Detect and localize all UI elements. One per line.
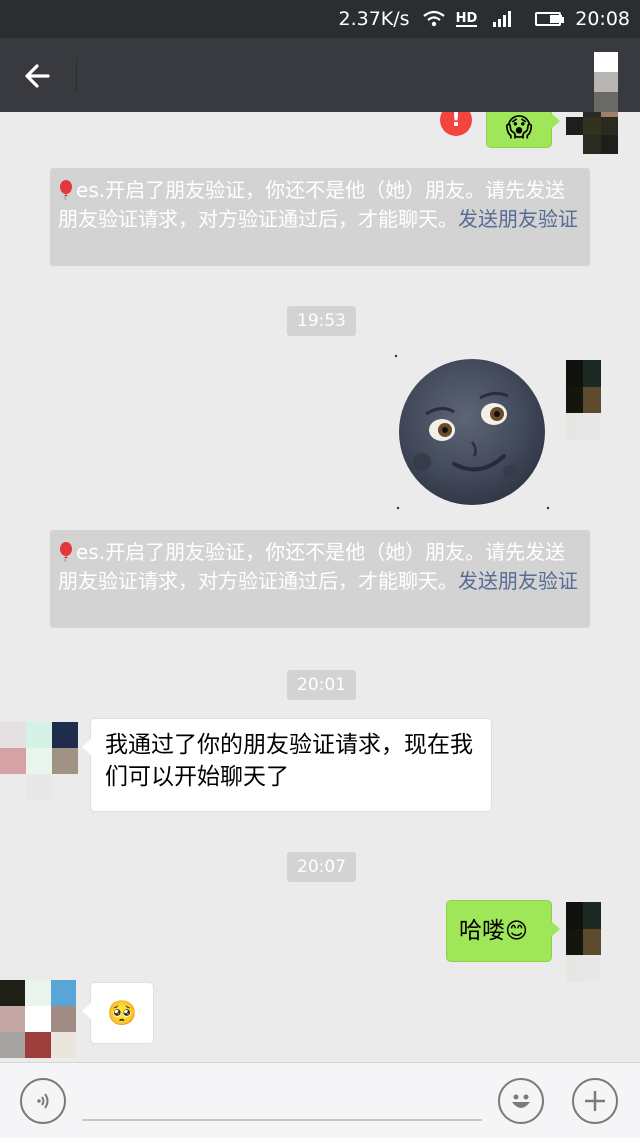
timestamp: 19:53	[287, 306, 356, 336]
clock: 20:08	[575, 8, 630, 30]
send-failed-icon[interactable]: !	[440, 112, 472, 136]
signal-icon	[481, 11, 512, 27]
smile-emoji: 😊	[505, 919, 528, 944]
balloon-icon	[60, 180, 72, 200]
header-avatar[interactable]	[594, 52, 618, 112]
more-button[interactable]	[572, 1078, 618, 1124]
back-button[interactable]	[18, 56, 58, 96]
my-avatar[interactable]	[566, 112, 618, 154]
outgoing-emoji-bubble[interactable]: 😱	[486, 112, 560, 148]
outgoing-message-text: 哈喽	[459, 918, 505, 944]
system-message: es.开启了朋友验证，你还不是他（她）朋友。请先发送朋友验证请求，对方验证通过后…	[50, 168, 590, 266]
smiley-icon	[512, 1094, 530, 1108]
incoming-message-text: 我通过了你的朋友验证请求，现在我们可以开始聊天了	[105, 732, 473, 790]
outgoing-message-bubble[interactable]: 哈喽😊	[446, 900, 560, 962]
wifi-icon	[422, 10, 446, 28]
status-bar: 2.37K/s HD 20:08	[0, 0, 640, 38]
moon-sticker[interactable]	[392, 352, 552, 512]
scream-emoji: 😱	[505, 113, 533, 143]
battery-icon	[523, 12, 565, 26]
hd-icon: HD	[455, 10, 478, 27]
incoming-message-bubble[interactable]: 我通过了你的朋友验证请求，现在我们可以开始聊天了	[82, 718, 492, 812]
message-input[interactable]	[82, 1119, 482, 1121]
system-message: es.开启了朋友验证，你还不是他（她）朋友。请先发送朋友验证请求，对方验证通过后…	[50, 530, 590, 628]
chat-area[interactable]: ! 😱 es.开启了朋友验证，你还不是他（她）朋友。请先发送朋友验证请求，对方验…	[0, 112, 640, 1062]
voice-button[interactable]	[20, 1078, 66, 1124]
plus-icon	[585, 1091, 605, 1111]
timestamp: 20:01	[287, 670, 356, 700]
send-verification-link[interactable]: 发送朋友验证	[458, 207, 578, 231]
balloon-icon	[60, 542, 72, 562]
arrow-left-icon	[25, 64, 50, 88]
contact-avatar[interactable]	[0, 980, 76, 1058]
incoming-emoji-bubble[interactable]: 🥺	[82, 982, 154, 1044]
timestamp: 20:07	[287, 852, 356, 882]
my-avatar[interactable]	[566, 360, 618, 440]
send-verification-link[interactable]: 发送朋友验证	[458, 569, 578, 593]
voice-icon	[37, 1093, 49, 1109]
new-moon-face-icon	[394, 354, 550, 510]
pleading-emoji: 🥺	[107, 999, 137, 1027]
contact-avatar[interactable]	[0, 722, 78, 800]
emoji-button[interactable]	[498, 1078, 544, 1124]
title-bar	[0, 38, 640, 112]
my-avatar[interactable]	[566, 902, 618, 982]
battery-fill	[550, 15, 563, 23]
network-speed: 2.37K/s	[338, 8, 410, 30]
title-divider	[76, 58, 77, 92]
input-bar	[0, 1062, 640, 1138]
